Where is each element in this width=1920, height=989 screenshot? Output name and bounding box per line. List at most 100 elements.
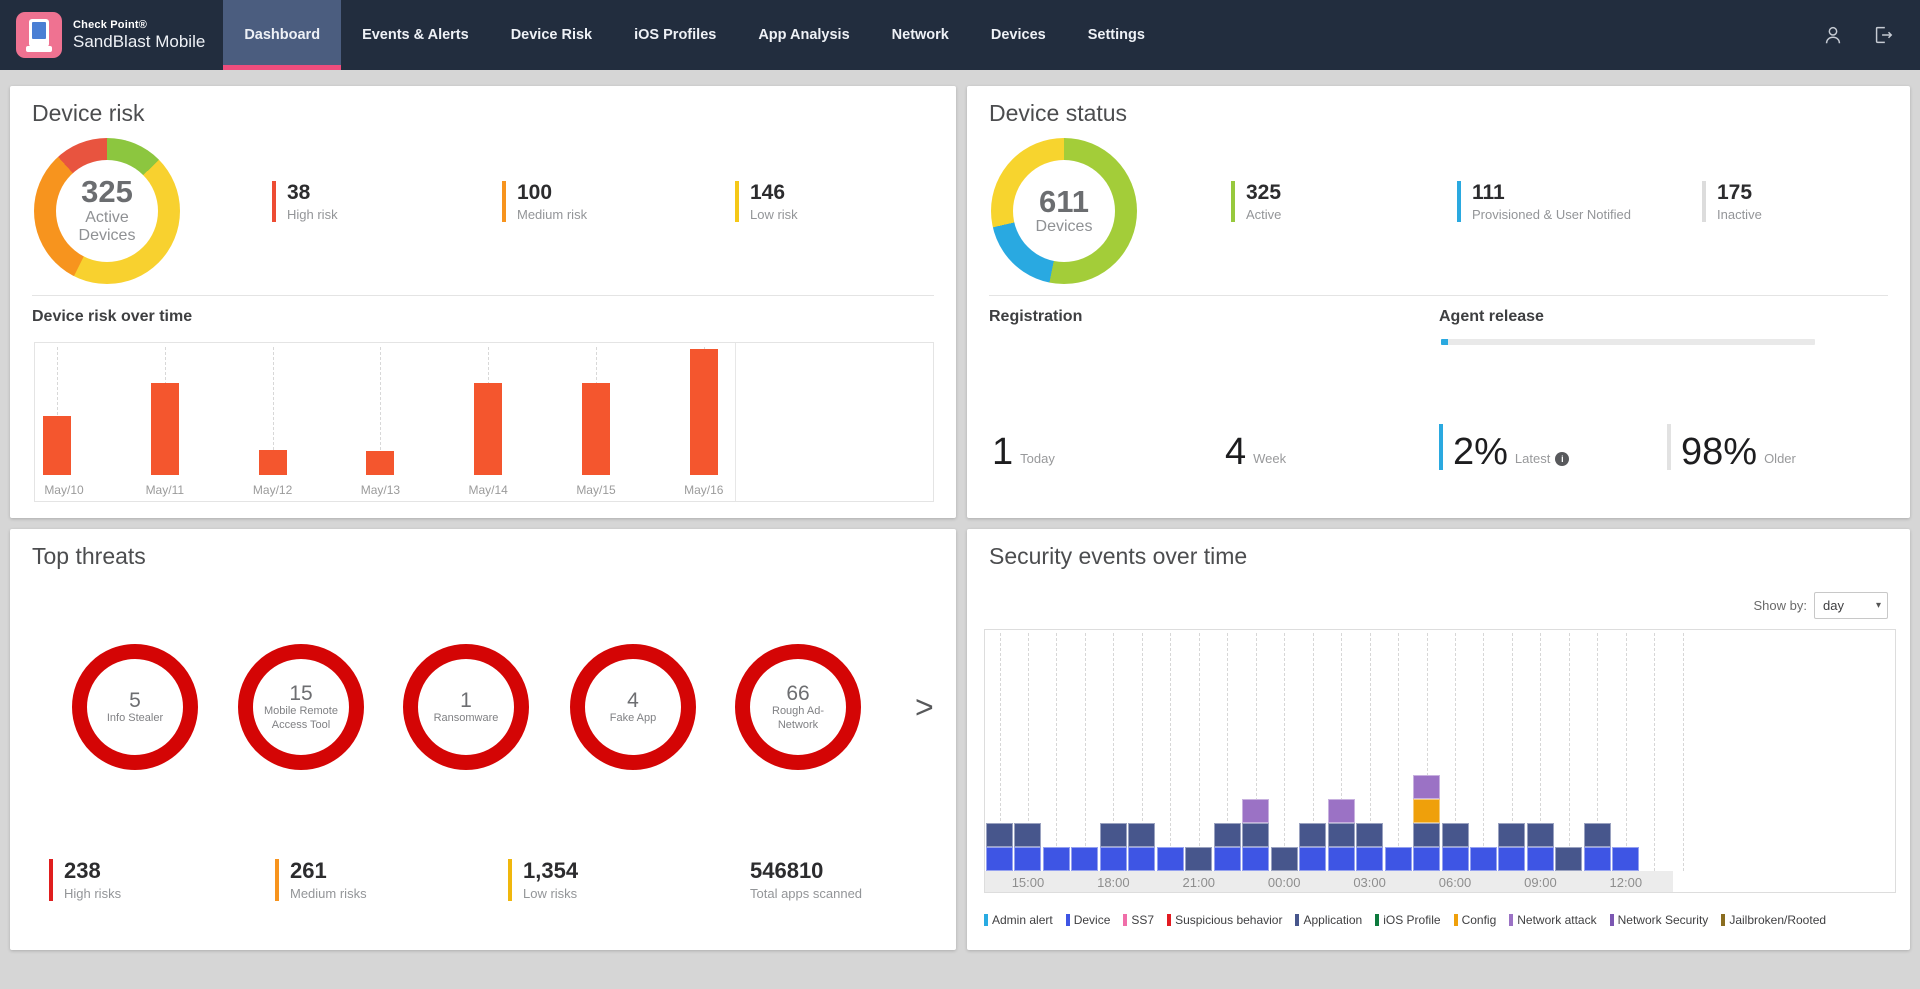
x-tick-label: May/15 bbox=[568, 483, 624, 497]
device-risk-donut-label2: Devices bbox=[79, 227, 136, 245]
legend-color-mark bbox=[1295, 914, 1299, 926]
top-threats-title: Top threats bbox=[32, 543, 146, 570]
security-events-legend: Admin alertDeviceSS7Suspicious behaviorA… bbox=[984, 913, 1826, 927]
gridline bbox=[1569, 633, 1570, 871]
event-segment-application bbox=[1328, 823, 1355, 847]
event-segment-application bbox=[1185, 847, 1212, 871]
security-events-panel: Security events over time Show by: day 1… bbox=[967, 529, 1910, 950]
provisioned-label: Provisioned & User Notified bbox=[1472, 207, 1631, 222]
inactive-label: Inactive bbox=[1717, 207, 1762, 222]
show-by-select[interactable]: day bbox=[1814, 592, 1888, 619]
event-segment-application bbox=[1442, 823, 1469, 847]
divider bbox=[32, 295, 934, 296]
agent-latest-label: Latest bbox=[1515, 451, 1569, 466]
device-risk-donut-value: 325 bbox=[81, 176, 133, 209]
gridline bbox=[1284, 633, 1285, 871]
event-segment-application bbox=[1527, 823, 1554, 847]
legend-color-mark bbox=[1721, 914, 1725, 926]
event-segment-device bbox=[1328, 847, 1355, 871]
threat-count: 1 bbox=[460, 689, 472, 712]
threat-circle-mobile-remote-access-tool[interactable]: 15Mobile Remote Access Tool bbox=[238, 644, 364, 770]
low-risk-stat: 146 Low risk bbox=[735, 181, 798, 222]
event-segment-device bbox=[1014, 847, 1041, 871]
brand-text: Check Point® SandBlast Mobile bbox=[73, 19, 205, 51]
device-status-panel: Device status 611 Devices 325 Active 111… bbox=[967, 86, 1910, 518]
nav-item-app-analysis[interactable]: App Analysis bbox=[737, 0, 870, 70]
event-segment-application bbox=[1299, 823, 1326, 847]
medium-risk-value: 100 bbox=[517, 181, 587, 204]
nav-item-events-alerts[interactable]: Events & Alerts bbox=[341, 0, 490, 70]
threats-medium-label: Medium risks bbox=[290, 886, 367, 901]
user-icon[interactable] bbox=[1822, 24, 1844, 46]
nav-right bbox=[1822, 0, 1920, 70]
show-by-control: Show by: day bbox=[1754, 592, 1888, 619]
registration-today-value: 1 bbox=[992, 434, 1013, 470]
gridline bbox=[1085, 633, 1086, 871]
threats-low-value: 1,354 bbox=[523, 859, 578, 883]
event-segment-application bbox=[1242, 823, 1269, 847]
event-segment-device bbox=[1299, 847, 1326, 871]
event-segment-device bbox=[1157, 847, 1184, 871]
active-stat: 325 Active bbox=[1231, 181, 1281, 222]
threat-label: Rough Ad-Network bbox=[757, 705, 839, 733]
agent-release-title: Agent release bbox=[1439, 308, 1544, 326]
threat-label: Ransomware bbox=[425, 712, 507, 726]
total-apps-label: Total apps scanned bbox=[750, 886, 862, 901]
gridline bbox=[1683, 633, 1684, 871]
event-segment-application bbox=[1498, 823, 1525, 847]
low-risk-value: 146 bbox=[750, 181, 798, 204]
legend-color-mark bbox=[1610, 914, 1614, 926]
info-icon[interactable] bbox=[1555, 452, 1569, 466]
legend-item-application: Application bbox=[1295, 913, 1362, 927]
next-threats-arrow-icon[interactable] bbox=[915, 689, 934, 726]
event-segment-application bbox=[986, 823, 1013, 847]
agent-older-stat: 98% Older bbox=[1667, 424, 1796, 470]
nav-item-network[interactable]: Network bbox=[871, 0, 970, 70]
x-tick-label: May/10 bbox=[36, 483, 92, 497]
x-tick-label: May/12 bbox=[245, 483, 301, 497]
logout-icon[interactable] bbox=[1872, 24, 1894, 46]
threat-circle-rough-ad-network[interactable]: 66Rough Ad-Network bbox=[735, 644, 861, 770]
agent-release-progress-fill bbox=[1441, 339, 1448, 345]
nav-item-dashboard[interactable]: Dashboard bbox=[223, 0, 341, 70]
device-status-donut-label: Devices bbox=[1036, 218, 1093, 236]
x-tick-label: 09:00 bbox=[1516, 875, 1564, 890]
nav-item-devices[interactable]: Devices bbox=[970, 0, 1067, 70]
event-segment-device bbox=[1470, 847, 1497, 871]
divider bbox=[989, 295, 1888, 296]
risk-bar-May/15 bbox=[582, 383, 610, 475]
threats-low-stat: 1,354 Low risks bbox=[508, 859, 578, 901]
x-tick-label: 18:00 bbox=[1089, 875, 1137, 890]
device-risk-over-time-title: Device risk over time bbox=[32, 308, 192, 326]
top-nav: Check Point® SandBlast Mobile DashboardE… bbox=[0, 0, 1920, 70]
threat-count: 5 bbox=[129, 689, 141, 712]
x-tick-label: 15:00 bbox=[1004, 875, 1052, 890]
brand-line1: Check Point® bbox=[73, 19, 205, 32]
legend-item-network-attack: Network attack bbox=[1509, 913, 1596, 927]
high-risk-label: High risk bbox=[287, 207, 338, 222]
gridline bbox=[1056, 633, 1057, 871]
risk-bar-May/11 bbox=[151, 383, 179, 475]
threat-circle-info-stealer[interactable]: 5Info Stealer bbox=[72, 644, 198, 770]
gridline bbox=[1626, 633, 1627, 871]
registration-today-stat: 1 Today bbox=[992, 424, 1055, 470]
threat-circle-ransomware[interactable]: 1Ransomware bbox=[403, 644, 529, 770]
threat-circle-fake-app[interactable]: 4Fake App bbox=[570, 644, 696, 770]
registration-week-stat: 4 Week bbox=[1225, 424, 1286, 470]
event-segment-network-attack bbox=[1242, 799, 1269, 823]
legend-item-admin-alert: Admin alert bbox=[984, 913, 1053, 927]
event-segment-application bbox=[1555, 847, 1582, 871]
threats-high-label: High risks bbox=[64, 886, 121, 901]
legend-item-suspicious-behavior: Suspicious behavior bbox=[1167, 913, 1282, 927]
active-label: Active bbox=[1246, 207, 1281, 222]
active-value: 325 bbox=[1246, 181, 1281, 204]
nav-item-settings[interactable]: Settings bbox=[1067, 0, 1166, 70]
nav-item-device-risk[interactable]: Device Risk bbox=[490, 0, 613, 70]
risk-bar-May/13 bbox=[366, 451, 394, 475]
security-events-chart: 15:0018:0021:0000:0003:0006:0009:0012:00 bbox=[984, 629, 1896, 893]
risk-bar-May/16 bbox=[690, 349, 718, 475]
device-risk-donut-chart: 325 Active Devices bbox=[34, 138, 180, 284]
threats-high-stat: 238 High risks bbox=[49, 859, 121, 901]
total-apps-stat: 546810 Total apps scanned bbox=[735, 859, 862, 901]
nav-item-ios-profiles[interactable]: iOS Profiles bbox=[613, 0, 737, 70]
